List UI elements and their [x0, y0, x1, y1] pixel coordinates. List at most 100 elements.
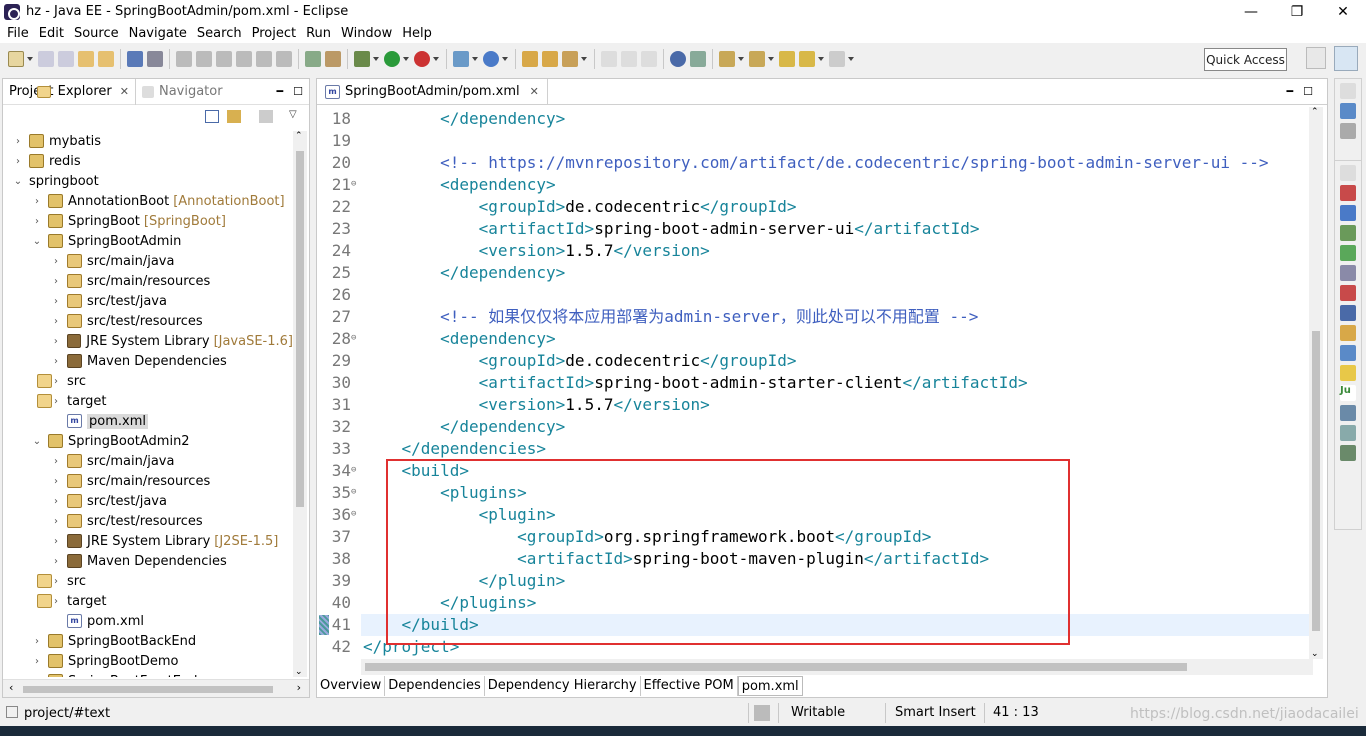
collapsed-icon[interactable]: › — [51, 516, 61, 527]
collapsed-icon[interactable]: › — [51, 496, 61, 507]
code-line[interactable]: </dependency> — [363, 108, 565, 130]
show-whitespace-icon[interactable] — [641, 51, 657, 67]
code-line[interactable]: <!-- https://mvnrepository.com/artifact/… — [363, 152, 1268, 174]
collapsed-icon[interactable]: › — [51, 356, 61, 367]
resume-icon[interactable] — [176, 51, 192, 67]
collapsed-icon[interactable]: › — [51, 596, 61, 607]
close-icon[interactable]: ✕ — [120, 85, 129, 98]
collapsed-icon[interactable]: › — [51, 296, 61, 307]
prev-annotation-icon[interactable] — [749, 51, 765, 67]
fold-toggle-icon[interactable]: ⊖ — [351, 333, 356, 343]
scroll-up-icon[interactable]: ⌃ — [295, 131, 303, 141]
minimize-icon[interactable]: ━ — [1287, 85, 1294, 98]
collapsed-icon[interactable]: › — [32, 656, 42, 667]
tree-item[interactable]: › SpringBootFrontEnd — [3, 671, 293, 677]
tree-item[interactable]: › src/test/resources — [3, 511, 293, 531]
menu-project[interactable]: Project — [252, 26, 296, 41]
new-icon[interactable] — [8, 51, 24, 67]
tree-item[interactable]: › SpringBootDemo — [3, 651, 293, 671]
debug-icon[interactable] — [354, 51, 370, 67]
search-icon[interactable] — [562, 51, 578, 67]
scroll-thumb[interactable] — [23, 686, 273, 693]
scroll-left-icon[interactable]: ‹ — [9, 681, 13, 694]
maximize-icon[interactable]: ☐ — [293, 85, 303, 98]
tree-item[interactable]: › SpringBootBackEnd — [3, 631, 293, 651]
page-tab-dependency-hierarchy[interactable]: Dependency Hierarchy — [485, 676, 641, 696]
disconnect-icon[interactable] — [236, 51, 252, 67]
collapsed-icon[interactable]: › — [51, 396, 61, 407]
forward-icon[interactable] — [829, 51, 845, 67]
outline-icon[interactable] — [1340, 103, 1356, 119]
git-icon[interactable] — [1340, 425, 1356, 441]
view-menu-icon[interactable]: ▽ — [289, 109, 297, 120]
code-line[interactable]: <!-- 如果仅仅将本应用部署为admin-server，则此处可以不用配置 -… — [363, 306, 978, 328]
save-all-icon[interactable] — [58, 51, 74, 67]
back-icon[interactable] — [799, 51, 815, 67]
menu-navigate[interactable]: Navigate — [129, 26, 187, 41]
tree-item[interactable]: › src/test/resources — [3, 311, 293, 331]
tree-horizontal-scrollbar[interactable]: ‹ › — [3, 679, 309, 697]
scroll-up-icon[interactable]: ⌃ — [1311, 107, 1319, 117]
collapsed-icon[interactable]: › — [32, 216, 42, 227]
open-task-icon[interactable] — [522, 51, 538, 67]
scroll-down-icon[interactable]: ⌄ — [1311, 649, 1319, 659]
tree-item[interactable]: › src — [3, 571, 293, 591]
tree-item[interactable]: › src/main/resources — [3, 471, 293, 491]
pin-editor-icon[interactable] — [690, 51, 706, 67]
code-line[interactable]: <artifactId>spring-boot-admin-starter-cl… — [363, 372, 1028, 394]
scroll-right-icon[interactable]: › — [297, 681, 301, 694]
page-tab-effective-pom[interactable]: Effective POM — [641, 676, 738, 696]
save-icon[interactable] — [38, 51, 54, 67]
collapsed-icon[interactable]: › — [51, 456, 61, 467]
search-icon[interactable] — [1340, 325, 1356, 341]
fold-toggle-icon[interactable]: ⊖ — [351, 179, 356, 189]
tree-item[interactable]: › Maven Dependencies — [3, 551, 293, 571]
block-selection-icon[interactable] — [621, 51, 637, 67]
fold-toggle-icon[interactable]: ⊖ — [351, 487, 356, 497]
page-tab-dependencies[interactable]: Dependencies — [385, 676, 485, 696]
collapsed-icon[interactable]: › — [51, 256, 61, 267]
snippets-icon[interactable] — [1340, 265, 1356, 281]
open-perspective-icon[interactable] — [1306, 47, 1326, 69]
terminate-icon[interactable] — [216, 51, 232, 67]
code-line[interactable]: <groupId>de.codecentric</groupId> — [363, 196, 797, 218]
quick-access-field[interactable]: Quick Access — [1204, 48, 1287, 71]
skip-breakpoints-icon[interactable] — [147, 51, 163, 67]
code-line[interactable]: </dependency> — [363, 262, 565, 284]
history-icon[interactable] — [1340, 365, 1356, 381]
remote-systems-icon[interactable] — [1340, 405, 1356, 421]
suspend-icon[interactable] — [196, 51, 212, 67]
page-tab-pom-xml[interactable]: pom.xml — [737, 676, 803, 696]
step-over-icon[interactable] — [276, 51, 292, 67]
tab-pom-xml[interactable]: m SpringBootAdmin/pom.xml ✕ — [317, 78, 548, 105]
collapsed-icon[interactable]: › — [51, 556, 61, 567]
tab-project-explorer[interactable]: Project Explorer ✕ — [3, 78, 136, 105]
page-tab-overview[interactable]: Overview — [317, 676, 386, 696]
collapsed-icon[interactable]: › — [32, 196, 42, 207]
tab-navigator[interactable]: Navigator — [136, 79, 229, 105]
maximize-icon[interactable]: ☐ — [1303, 85, 1313, 98]
restore-icon[interactable] — [1340, 165, 1356, 181]
collapsed-icon[interactable]: › — [51, 336, 61, 347]
collapsed-icon[interactable]: › — [51, 536, 61, 547]
collapsed-icon[interactable]: › — [51, 316, 61, 327]
collapsed-icon[interactable]: › — [51, 276, 61, 287]
open-folder-icon[interactable] — [542, 51, 558, 67]
collapse-all-icon[interactable] — [205, 110, 219, 123]
data-source-icon[interactable] — [1340, 245, 1356, 261]
refactor-icon[interactable] — [325, 51, 341, 67]
filter-icon[interactable] — [259, 110, 273, 123]
collapsed-icon[interactable]: › — [51, 376, 61, 387]
tree-item[interactable]: ⌄ SpringBootAdmin2 — [3, 431, 293, 451]
tree-item[interactable]: › src/main/resources — [3, 271, 293, 291]
tree-item[interactable]: › src/main/java — [3, 251, 293, 271]
new-java-class-icon[interactable] — [483, 51, 499, 67]
tree-item[interactable]: m pom.xml — [3, 411, 293, 431]
tree-item[interactable]: › src/test/java — [3, 291, 293, 311]
minimize-icon[interactable]: — — [1228, 0, 1274, 23]
expanded-icon[interactable]: ⌄ — [32, 436, 42, 447]
expanded-icon[interactable]: ⌄ — [13, 176, 23, 187]
code-line[interactable]: </dependencies> — [363, 438, 547, 460]
open-type-icon[interactable] — [78, 51, 94, 67]
code-line[interactable]: <groupId>de.codecentric</groupId> — [363, 350, 797, 372]
